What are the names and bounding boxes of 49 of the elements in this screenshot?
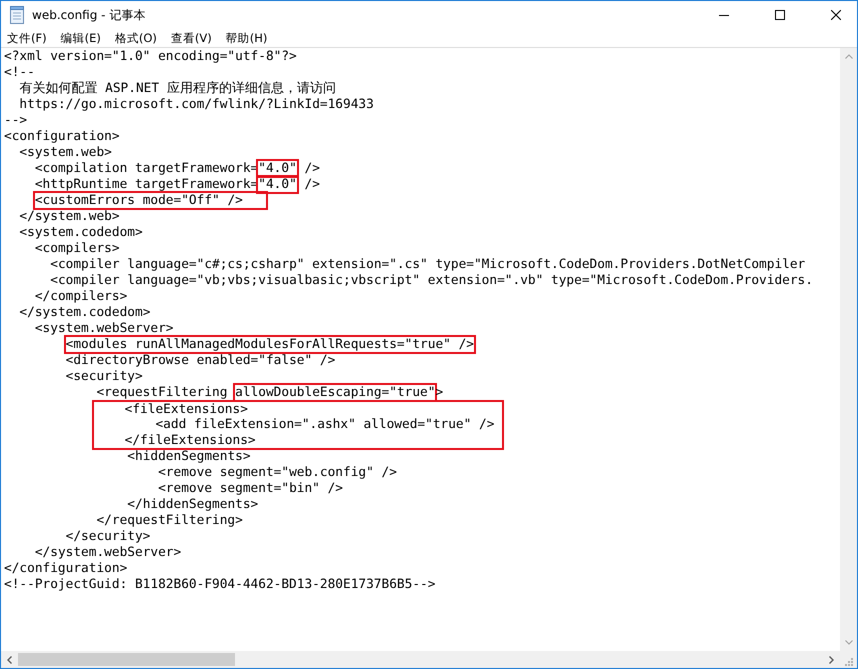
menu-item[interactable]: 编辑(E) <box>60 30 101 46</box>
code-text: <compiler language="c#;cs;csharp" extension=".cs" type="Microsoft.CodeDom.Providers.DotNetCompiler <box>49 256 806 274</box>
code-text: </configuration> <box>3 560 128 578</box>
maximize-icon[interactable] <box>775 10 785 20</box>
code-text: <hiddenSegments> <box>126 448 252 466</box>
window-title: web.config - 记事本 <box>32 6 146 24</box>
code-text: --> <box>3 112 28 130</box>
code-text: <requestFiltering <box>95 384 228 402</box>
scrollbar-thumb[interactable] <box>18 653 235 666</box>
highlighted-code: <customErrors mode="Off" /> <box>32 191 268 210</box>
highlighted-code: "4.0" <box>256 159 299 178</box>
code-text: <security> <box>64 368 144 386</box>
code-text: </system.webServer> <box>34 544 182 562</box>
code-text: <remove segment="web.config" /> <box>157 464 398 482</box>
code-text: <directoryBrowse enabled="false" /> <box>64 352 336 370</box>
menu-item[interactable]: 查看(V) <box>170 30 212 46</box>
code-text: /> <box>304 160 321 178</box>
code-text: <system.webServer> <box>34 320 175 338</box>
code-text: <remove segment="bin" /> <box>157 480 344 498</box>
code-text: </fileExtensions> <box>124 432 256 448</box>
highlighted-code: <modules runAllManagedModulesForAllRequests="true" /> <box>64 335 476 354</box>
close-icon[interactable] <box>831 10 841 20</box>
menu-item[interactable]: 格式(O) <box>114 30 157 46</box>
code-text: </system.web> <box>18 208 121 226</box>
code-text: <compilers> <box>34 240 121 258</box>
code-text: <compiler language="vb;vbs;visualbasic;vbscript" extension=".vb" type="Microsoft.CodeDom.Providers. <box>49 272 814 290</box>
resize-grip-icon[interactable] <box>844 657 853 666</box>
notepad-icon <box>9 6 25 24</box>
code-text: <system.web> <box>18 144 113 162</box>
code-text: </compilers> <box>34 288 128 306</box>
code-text: </requestFiltering> <box>95 512 244 530</box>
code-text: <!-- <box>3 64 36 81</box>
vertical-scrollbar[interactable] <box>840 48 857 651</box>
menu-item[interactable]: 文件(F) <box>7 30 47 46</box>
code-text: https://go.microsoft.com/fwlink/?LinkId=169433 <box>18 96 375 114</box>
code-text: /> <box>304 176 321 194</box>
code-text: <system.codedom> <box>18 224 144 242</box>
code-text: <configuration> <box>3 128 121 146</box>
code-text: <?xml version="1.0" encoding="utf-8"?> <box>3 48 298 66</box>
code-text: </system.codedom> <box>18 304 152 322</box>
highlighted-code: "4.0" <box>256 175 299 194</box>
code-text: <!--ProjectGuid: B1182B60-F904-4462-BD13-280E1737B6B5--> <box>3 576 436 594</box>
code-text: <fileExtensions> <box>124 402 248 417</box>
code-text: 有关如何配置 ASP.NET 应用程序的详细信息，请访问 <box>18 80 337 98</box>
code-text: </hiddenSegments> <box>126 496 260 514</box>
menu-item[interactable]: 帮助(H) <box>226 30 268 46</box>
code-text: </security> <box>64 528 152 546</box>
code-text: <add fileExtension=".ashx" allowed="true" /> <box>154 417 494 432</box>
highlighted-code: allowDoubleEscaping="true" <box>233 383 438 402</box>
